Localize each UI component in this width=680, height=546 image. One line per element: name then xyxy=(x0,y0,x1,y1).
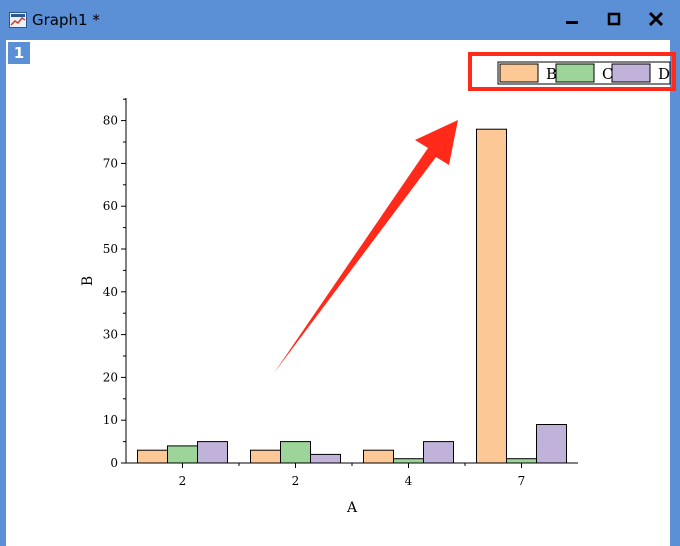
bar-b-2 xyxy=(250,449,281,464)
y-tick-label: 10 xyxy=(103,413,118,427)
legend-swatch-d xyxy=(611,63,651,83)
bar-c-4 xyxy=(506,458,537,464)
bar-d-3 xyxy=(423,441,454,464)
x-tick-label: 2 xyxy=(292,474,300,488)
y-tick-label: 20 xyxy=(103,370,118,384)
pointer-arrow xyxy=(274,120,458,373)
y-tick-label: 40 xyxy=(103,285,118,299)
legend-label-b: B xyxy=(546,65,557,83)
x-axis-label: A xyxy=(346,500,358,516)
x-tick-label: 7 xyxy=(518,474,526,488)
legend-label-d: D xyxy=(658,65,670,83)
bar-d-4 xyxy=(536,424,567,464)
y-tick-label: 0 xyxy=(110,456,118,470)
x-tick-label: 2 xyxy=(179,474,187,488)
bar-c-1 xyxy=(167,445,198,464)
y-tick-label: 80 xyxy=(103,114,118,128)
legend-swatch-b xyxy=(499,63,539,83)
legend-swatch-c xyxy=(555,63,595,83)
graph-window: Graph1 * 1 0 10 20 30 40 50 60 70 80 2 2 4 7 A B BCD xyxy=(0,0,680,546)
bar-c-2 xyxy=(280,441,311,464)
bar-d-2 xyxy=(310,453,341,464)
y-axis-label: B xyxy=(80,276,96,286)
bar-b-3 xyxy=(363,449,394,464)
y-tick-label: 60 xyxy=(103,199,118,213)
y-tick-label: 70 xyxy=(103,156,118,170)
bar-b-4 xyxy=(476,128,507,464)
y-tick-label: 30 xyxy=(103,328,118,342)
bar-d-1 xyxy=(197,441,228,464)
bar-b-1 xyxy=(137,449,168,464)
bar-chart: 010203040506070802 2 4 7AB BCD xyxy=(80,52,676,516)
bar-c-3 xyxy=(393,458,424,464)
y-tick-label: 50 xyxy=(103,242,118,256)
x-tick-label: 4 xyxy=(405,474,413,488)
